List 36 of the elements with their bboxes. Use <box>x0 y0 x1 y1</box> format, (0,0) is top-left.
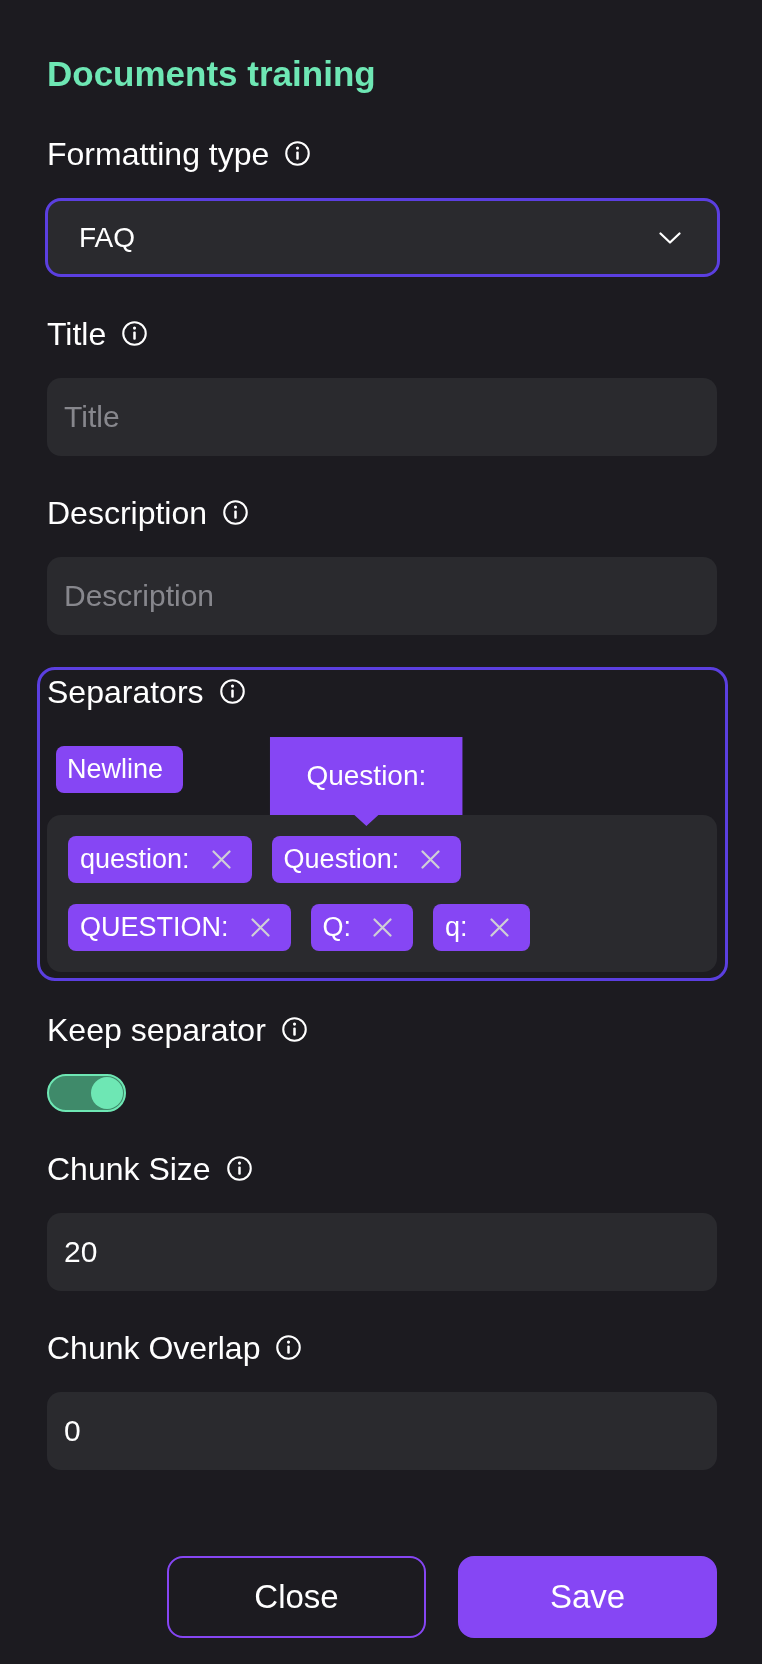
close-icon[interactable] <box>250 918 270 937</box>
field-label: Keep separator <box>47 1011 266 1048</box>
tag-chip: q: <box>433 904 530 951</box>
info-icon[interactable] <box>122 321 148 346</box>
tag-chip: question: <box>68 836 252 883</box>
tag-chip: QUESTION: <box>68 904 291 951</box>
field-label: Chunk Size <box>47 1150 211 1187</box>
form-heading: Documents training <box>47 54 376 94</box>
save-button[interactable]: Save <box>458 1556 717 1638</box>
close-icon[interactable] <box>211 850 231 869</box>
field-label: Separators <box>47 673 204 710</box>
field-label: Title <box>47 315 107 352</box>
field-label: Chunk Overlap <box>47 1329 261 1366</box>
close-icon[interactable] <box>373 918 393 937</box>
info-icon[interactable] <box>281 1017 307 1042</box>
close-icon[interactable] <box>421 850 441 869</box>
info-icon[interactable] <box>219 679 245 704</box>
dropdown-select[interactable]: FAQ <box>45 198 720 277</box>
close-button[interactable]: Close <box>167 1556 426 1638</box>
suggestion-chip[interactable]: Newline <box>56 746 184 793</box>
tag-chip: Question: <box>271 836 462 883</box>
field-label: Formatting type <box>47 135 270 172</box>
text-field[interactable]: 20 <box>47 1213 717 1291</box>
text-field[interactable]: 0 <box>47 1392 717 1470</box>
toggle-switch[interactable] <box>47 1074 126 1112</box>
text-field[interactable]: Title <box>47 378 717 456</box>
text-field[interactable]: Description <box>47 557 717 635</box>
info-icon[interactable] <box>226 1156 252 1181</box>
close-icon[interactable] <box>489 918 509 937</box>
chevron-down-icon <box>659 231 681 244</box>
info-icon[interactable] <box>276 1335 302 1360</box>
tag-chip: Q: <box>310 904 414 951</box>
info-icon[interactable] <box>223 500 249 525</box>
tag-input-field[interactable]: question: Question: QUESTION: Q: q: <box>47 815 717 972</box>
info-icon[interactable] <box>285 141 311 166</box>
field-label: Description <box>47 494 208 531</box>
